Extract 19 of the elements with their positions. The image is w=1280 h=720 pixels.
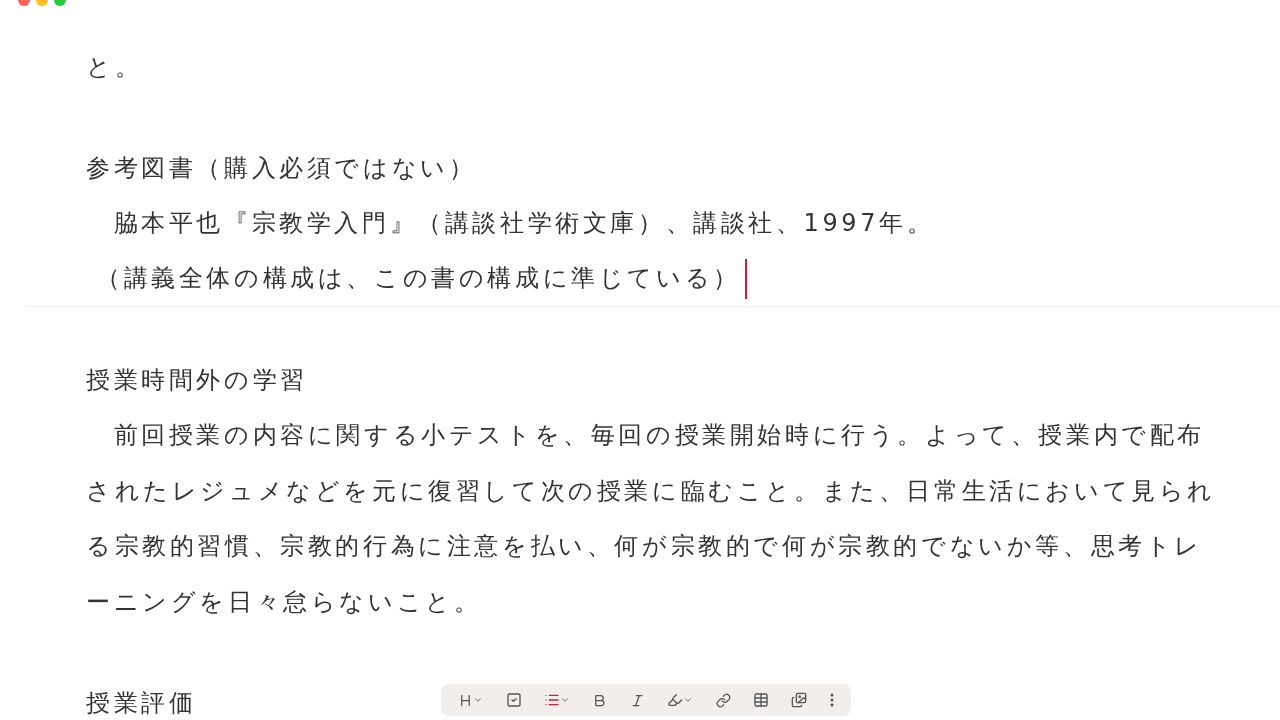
body-text: （講義全体の構成は、この書の構成に準じている） — [96, 263, 741, 294]
link-icon — [715, 692, 731, 708]
paragraph: 前回授業の内容に関する小テストを、毎回の授業開始時に行う。よって、授業内で配布されたレジュメなどを元に復習して次の授業に臨むこと。また、日常生活において見られる宗教的習慣、宗教的行為に注意を払い、何が宗教的で何が宗教的でないか等、思考トレーニングを日々怠らないこと。 — [86, 420, 1217, 618]
image-icon — [791, 692, 808, 708]
section-heading: 参考図書（購入必須ではない） — [86, 153, 477, 184]
checkbox-icon — [505, 692, 522, 708]
section-heading: 授業時間外の学習 — [86, 365, 308, 396]
italic-icon — [629, 692, 645, 708]
list-icon — [543, 692, 560, 708]
body-text: と。 — [86, 52, 143, 83]
more-icon — [829, 693, 834, 707]
section-heading: 授業評価 — [86, 688, 197, 719]
chevron-down-icon — [473, 695, 484, 705]
table-icon — [752, 692, 769, 708]
body-text: 脇本平也『宗教学入門』（講談社学術文庫）、講談社、1997年。 — [112, 208, 935, 239]
link-button[interactable] — [713, 690, 733, 710]
chevron-down-icon — [683, 695, 694, 705]
chevron-down-icon — [559, 695, 570, 705]
highlighter-icon — [667, 692, 684, 708]
